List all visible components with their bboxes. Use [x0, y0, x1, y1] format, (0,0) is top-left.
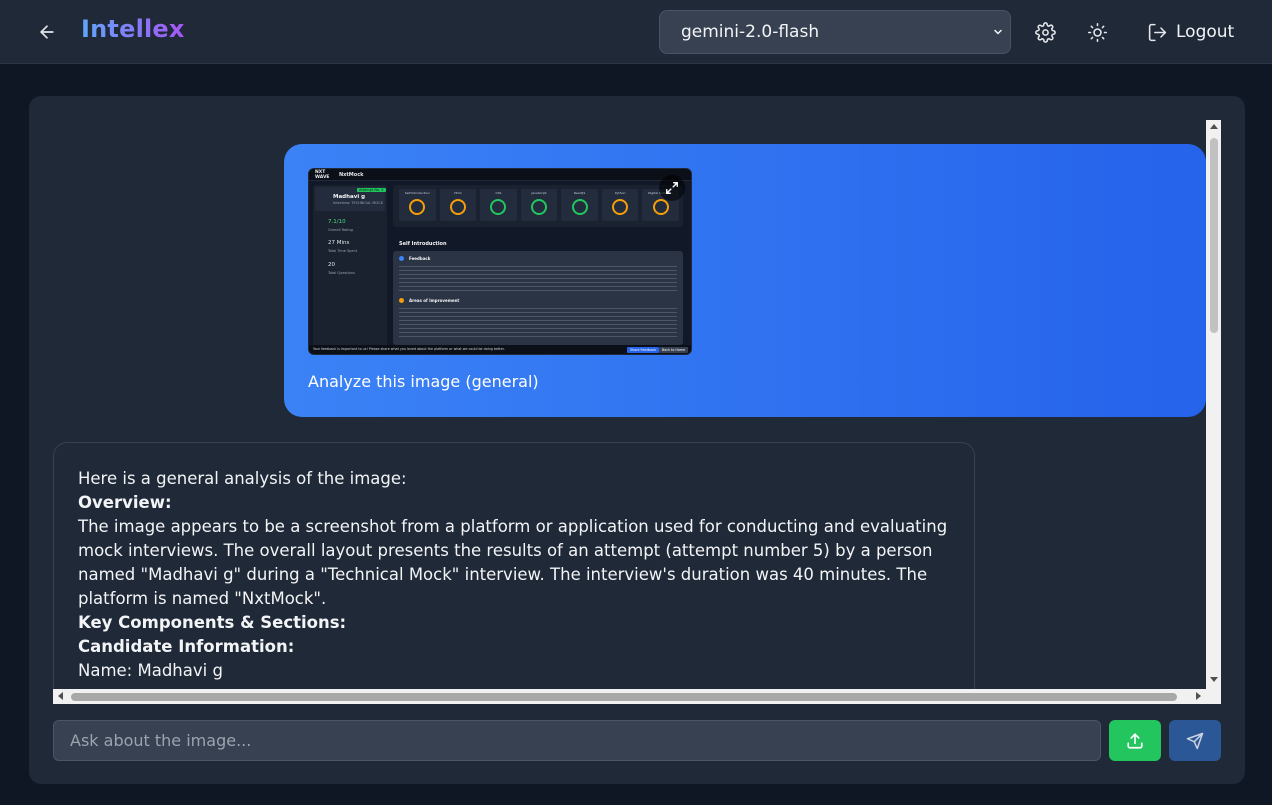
model-select[interactable]: gemini-2.0-flash	[659, 10, 1011, 54]
thumb-logo: NXT WAVE	[315, 170, 330, 180]
thumb-skill-cards: Self Introduction Html CSS JavaScript ReactJ…	[399, 189, 680, 221]
thumb-feedback-text	[399, 266, 677, 292]
thumb-improvement-title: Areas of Improvement	[409, 298, 460, 303]
vertical-scrollbar[interactable]	[1206, 120, 1221, 689]
horizontal-scroll-thumb[interactable]	[71, 693, 1177, 701]
thumb-skill-gauge	[612, 199, 629, 215]
thumb-section-title: Self Introduction	[399, 241, 447, 247]
thumb-skill-label: JavaScript	[531, 191, 547, 195]
send-button[interactable]	[1169, 720, 1221, 761]
chevron-down-icon	[994, 29, 1002, 35]
thumb-feedback-icon	[399, 256, 404, 261]
chat-scroll-area[interactable]: NXT WAVE NxtMock Attempt No. 5 Madhavi g…	[53, 120, 1221, 704]
thumb-skill-card: JavaScript	[520, 189, 558, 221]
thumb-skill-label: ReactJS	[573, 191, 586, 195]
thumb-skill-label: CSS	[495, 191, 502, 195]
arrow-left-icon	[40, 25, 54, 39]
assistant-heading: Overview:	[78, 493, 172, 512]
thumb-app-name: NxtMock	[339, 172, 364, 178]
thumb-skill-gauge	[409, 199, 426, 215]
thumb-footer-btn2: Back to Home	[659, 347, 689, 353]
theme-toggle-button[interactable]	[1085, 20, 1109, 44]
thumb-skill-card: Self Introduction	[399, 189, 436, 221]
top-bar: Intellex gemini-2.0-flash Logout	[0, 0, 1272, 64]
thumb-skill-gauge	[531, 199, 548, 215]
thumb-time: 27 Mins	[328, 240, 350, 246]
user-message-text: Analyze this image (general)	[308, 372, 539, 391]
scrollbar-corner	[1206, 689, 1221, 704]
expand-icon	[666, 182, 678, 194]
chat-messages: NXT WAVE NxtMock Attempt No. 5 Madhavi g…	[53, 120, 1206, 689]
send-icon	[1186, 732, 1204, 749]
expand-image-button[interactable]	[659, 175, 685, 201]
assistant-heading: Candidate Information:	[78, 637, 295, 656]
thumb-skill-card: CSS	[480, 189, 517, 221]
thumb-skill-label: Self Introduction	[404, 191, 430, 195]
thumb-footer-text: Your feedback is important to us! Please…	[313, 347, 505, 351]
thumb-topbar	[309, 169, 691, 181]
thumb-skill-gauge	[490, 199, 507, 215]
upload-icon	[1127, 732, 1143, 749]
thumb-feedback-title: Feedback	[409, 256, 431, 261]
thumb-skill-card: ReactJS	[561, 189, 598, 221]
assistant-paragraph: The image appears to be a screenshot fro…	[78, 517, 948, 608]
vertical-scroll-thumb[interactable]	[1210, 138, 1218, 333]
assistant-message: Here is a general analysis of the image:…	[53, 442, 975, 689]
gear-icon	[1034, 21, 1056, 43]
thumb-interview-label: Interview: TECHNICAL MOCK	[333, 201, 383, 205]
app-brand: Intellex	[81, 15, 185, 43]
thumb-footer-btn1: Share Feedback	[627, 347, 660, 353]
model-select-value: gemini-2.0-flash	[681, 22, 820, 42]
thumb-skill-label: Python	[614, 191, 626, 195]
thumb-skill-gauge	[652, 199, 669, 215]
thumb-skill-card: Html	[439, 189, 477, 221]
back-button[interactable]	[34, 20, 60, 44]
thumb-improvement-icon	[399, 298, 404, 303]
scroll-right-arrow[interactable]	[1196, 692, 1201, 700]
scroll-up-arrow[interactable]	[1210, 124, 1218, 129]
scroll-left-arrow[interactable]	[58, 692, 63, 700]
thumb-skill-gauge	[571, 199, 588, 215]
thumb-candidate-name: Madhavi g	[333, 194, 366, 200]
upload-button[interactable]	[1109, 720, 1161, 761]
settings-button[interactable]	[1033, 20, 1057, 44]
assistant-paragraph: Here is a general analysis of the image:	[78, 469, 407, 488]
thumb-skill-label: Html	[454, 191, 462, 195]
thumb-skill-gauge	[449, 199, 466, 215]
horizontal-scrollbar[interactable]	[53, 689, 1206, 704]
user-message: NXT WAVE NxtMock Attempt No. 5 Madhavi g…	[284, 144, 1206, 417]
thumb-time-label: Total Time Spent	[328, 249, 358, 253]
thumb-rating: 7.1/10	[328, 219, 346, 225]
scroll-down-arrow[interactable]	[1210, 677, 1218, 682]
uploaded-image-thumbnail[interactable]: NXT WAVE NxtMock Attempt No. 5 Madhavi g…	[308, 168, 692, 355]
logout-button[interactable]: Logout	[1147, 20, 1234, 44]
assistant-paragraph: Name: Madhavi g	[78, 661, 223, 680]
thumb-rating-label: Overall Rating	[328, 228, 353, 232]
thumb-skill-card: Python	[601, 189, 639, 221]
thumb-questions-label: Total Questions	[328, 271, 355, 275]
ask-input[interactable]	[53, 720, 1101, 761]
sun-icon	[1087, 22, 1107, 42]
assistant-heading: Key Components & Sections:	[78, 613, 347, 632]
thumb-improvement-text	[399, 308, 677, 340]
thumb-attempt-badge: Attempt No. 5	[357, 188, 386, 192]
logout-label: Logout	[1176, 22, 1235, 42]
logout-icon	[1148, 23, 1167, 41]
thumb-questions: 20	[328, 262, 335, 268]
